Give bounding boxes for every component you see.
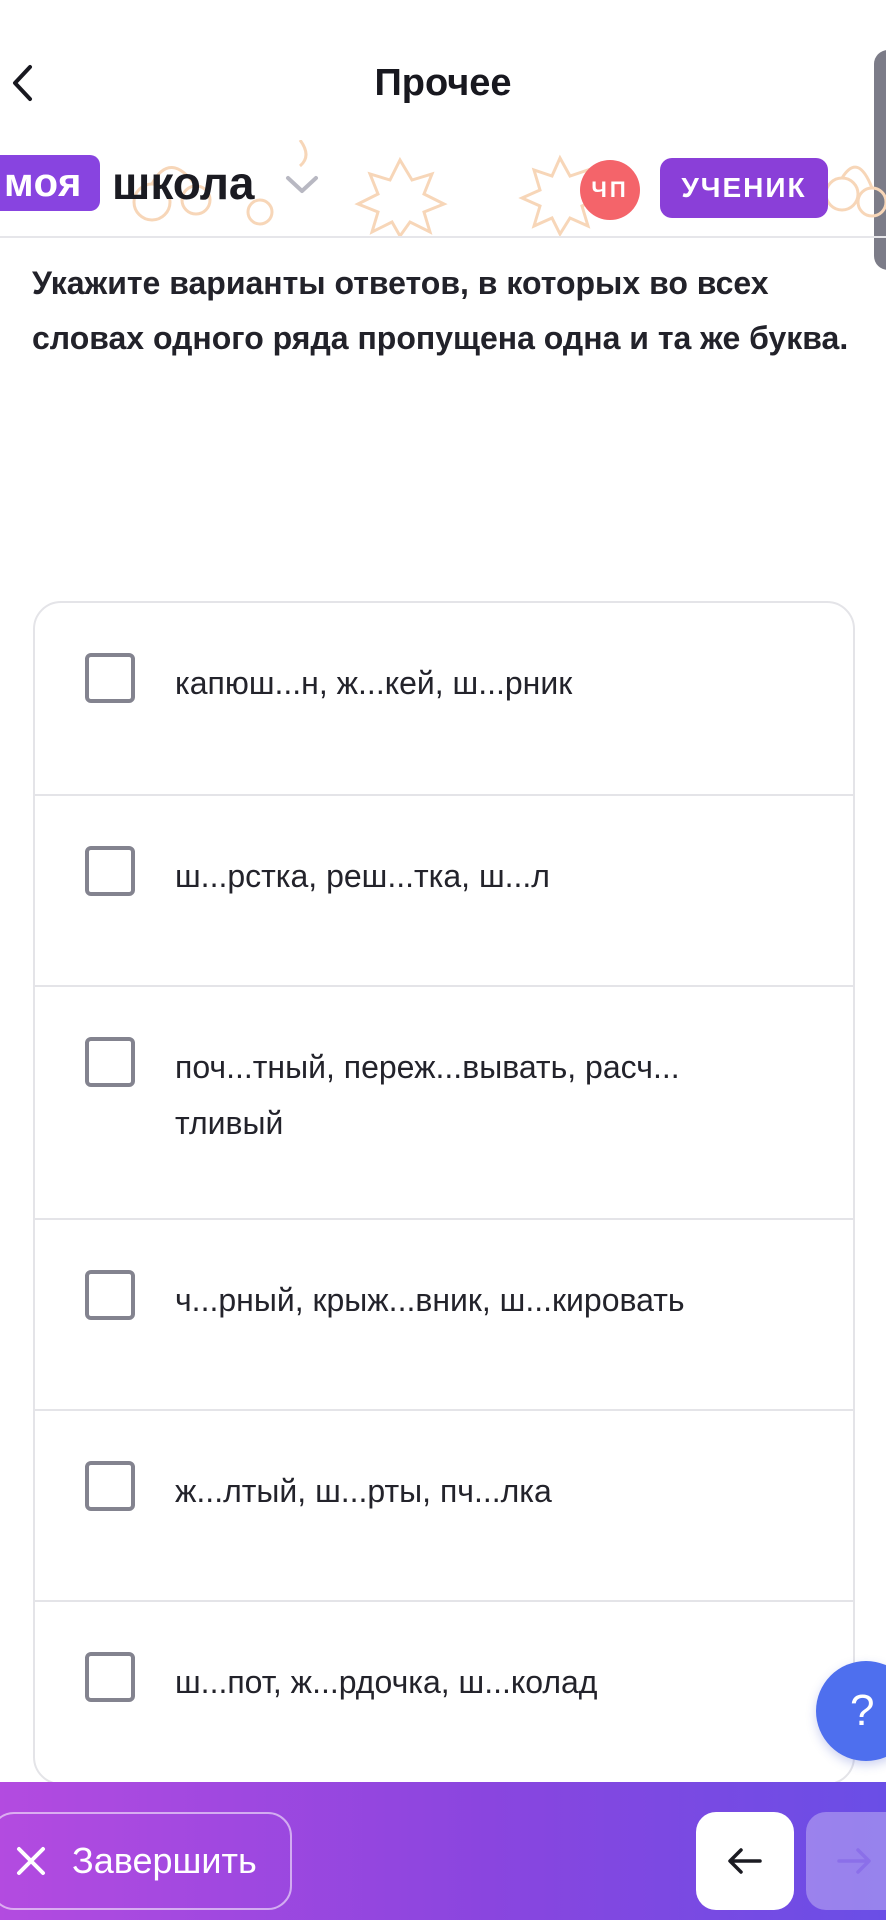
chevron-down-icon[interactable] [284,174,320,196]
option-1[interactable]: капюш...н, ж...кей, ш...рник [35,603,853,794]
finish-label: Завершить [72,1840,257,1881]
checkbox[interactable] [85,1037,135,1087]
option-label: ш...рстка, реш...тка, ш...л [175,858,550,894]
next-button[interactable] [806,1812,886,1910]
option-label: ч...рный, крыж...вник, ш...кировать [175,1282,685,1318]
option-6[interactable]: ш...пот, ж...рдочка, ш...колад [35,1600,853,1783]
role-badge[interactable]: УЧЕНИК [660,158,828,218]
header-divider [0,236,886,238]
checkbox[interactable] [85,1461,135,1511]
checkbox[interactable] [85,1270,135,1320]
bottom-bar: Завершить [0,1782,886,1920]
checkbox[interactable] [85,653,135,703]
option-label: поч...тный, переж...вывать, расч... тлив… [175,1049,680,1141]
option-3[interactable]: поч...тный, переж...вывать, расч... тлив… [35,985,853,1218]
option-2[interactable]: ш...рстка, реш...тка, ш...л [35,794,853,985]
top-bar: Прочее [0,0,886,270]
options-list: капюш...н, ж...кей, ш...рник ш...рстка, … [33,601,855,1785]
chp-badge[interactable]: ЧП [580,160,640,220]
finish-button[interactable]: Завершить [0,1812,292,1910]
logo-text: школа [112,157,255,209]
close-icon [14,1844,48,1878]
option-label: ж...лтый, ш...рты, пч...лка [175,1473,552,1509]
option-5[interactable]: ж...лтый, ш...рты, пч...лка [35,1409,853,1600]
brand-row: моя школа ЧП УЧЕНИК [0,140,886,236]
logo-badge: моя [0,155,100,211]
checkbox[interactable] [85,1652,135,1702]
page-title: Прочее [374,62,512,104]
arrow-right-icon [837,1848,871,1874]
option-4[interactable]: ч...рный, крыж...вник, ш...кировать [35,1218,853,1409]
option-label: капюш...н, ж...кей, ш...рник [175,665,573,701]
arrow-left-icon [728,1848,762,1874]
previous-button[interactable] [696,1812,794,1910]
help-label: ? [850,1686,875,1735]
question-text: Укажите варианты ответов, в которых во в… [32,265,849,356]
option-label: ш...пот, ж...рдочка, ш...колад [175,1664,598,1700]
checkbox[interactable] [85,846,135,896]
